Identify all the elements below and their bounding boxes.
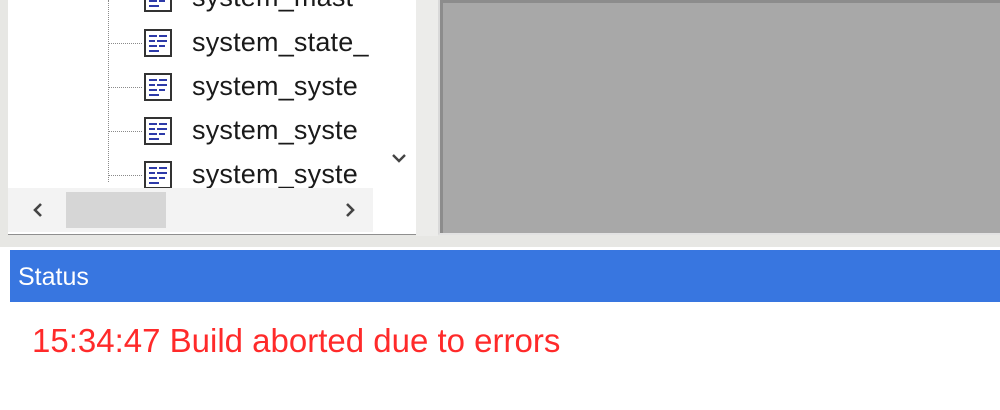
- status-title: Status: [18, 263, 89, 291]
- tree-item-table[interactable]: system_syste: [108, 111, 373, 151]
- object-tree-panel: system_mast system_state_: [8, 0, 417, 235]
- table-icon: [144, 29, 172, 57]
- table-icon: [144, 0, 172, 12]
- tree-viewport: system_mast system_state_: [8, 0, 373, 188]
- tree-item-label: system_syste: [192, 71, 358, 101]
- tree-item-table[interactable]: system_syste: [108, 67, 373, 107]
- scrollbar-thumb[interactable]: [66, 192, 166, 228]
- tree-item-label: system_state_: [192, 27, 369, 57]
- workspace-pane: [438, 0, 1000, 235]
- status-panel-header: Status: [10, 250, 1000, 302]
- scroll-down-icon[interactable]: [391, 150, 407, 166]
- horizontal-scrollbar[interactable]: [8, 188, 373, 232]
- table-icon: [144, 117, 172, 145]
- workspace-area: system_mast system_state_: [0, 0, 1000, 247]
- tree-item-table[interactable]: system_mast: [108, 0, 373, 18]
- tree-item-label: system_mast: [192, 0, 353, 13]
- status-panel-body: 15:34:47 Build aborted due to errors: [10, 302, 1000, 410]
- tree-item-label: system_syste: [192, 115, 358, 145]
- scroll-right-icon[interactable]: [340, 200, 360, 220]
- table-icon: [144, 161, 172, 188]
- tree-item-table[interactable]: system_syste: [108, 155, 373, 188]
- status-message[interactable]: 15:34:47 Build aborted due to errors: [32, 322, 560, 360]
- pane-splitter[interactable]: [416, 0, 438, 236]
- scroll-left-icon[interactable]: [28, 200, 48, 220]
- tree-item-label: system_syste: [192, 159, 358, 188]
- tree-item-table[interactable]: system_state_: [108, 23, 373, 63]
- table-icon: [144, 73, 172, 101]
